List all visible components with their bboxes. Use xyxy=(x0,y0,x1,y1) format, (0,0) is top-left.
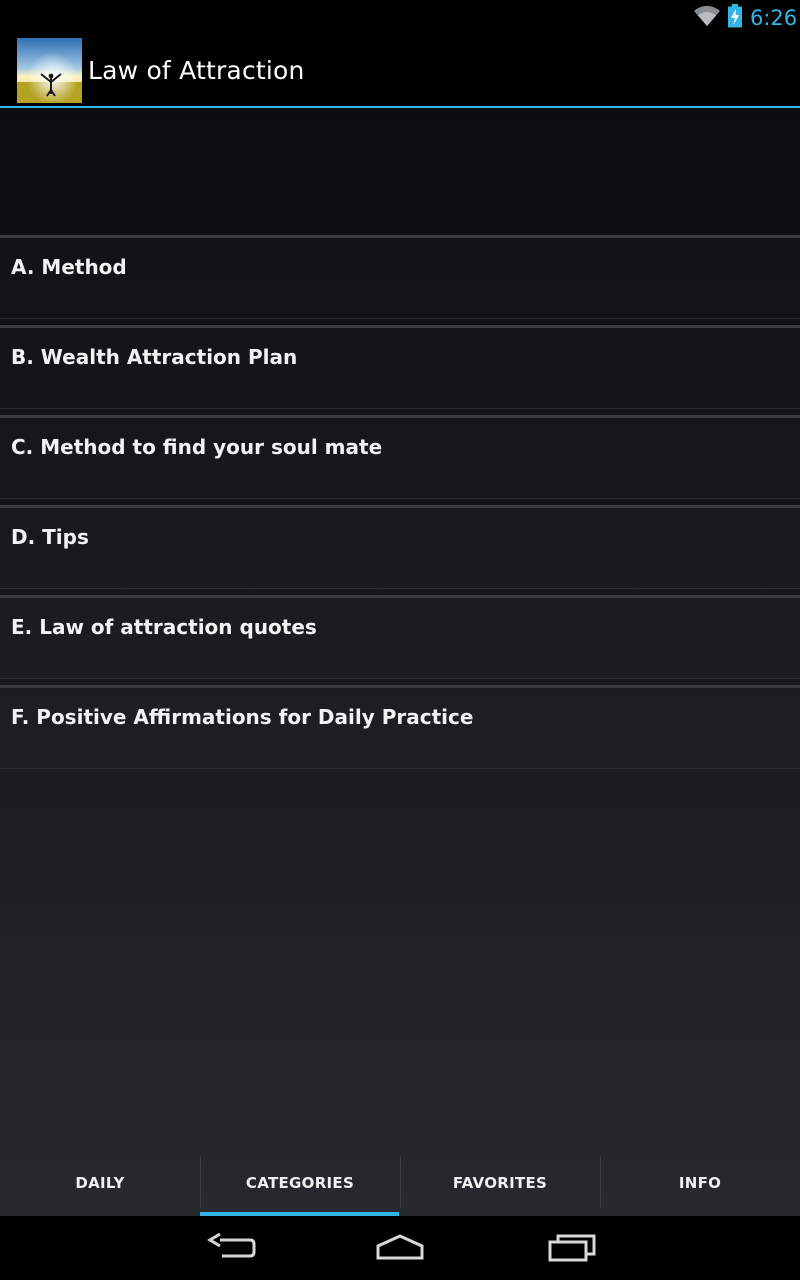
app-logo-icon[interactable] xyxy=(17,38,82,103)
recent-apps-icon[interactable] xyxy=(542,1230,602,1266)
category-label: F. Positive Affirmations for Daily Pract… xyxy=(11,705,474,729)
wifi-icon xyxy=(694,5,720,27)
header-area xyxy=(0,108,800,236)
app-screen: 6:26 Law of Attraction A. Method B. Weal… xyxy=(0,0,800,1280)
back-icon[interactable] xyxy=(200,1230,260,1266)
tab-label: DAILY xyxy=(75,1174,125,1192)
action-bar: Law of Attraction xyxy=(0,34,800,108)
category-label: C. Method to find your soul mate xyxy=(11,435,383,459)
tab-label: INFO xyxy=(678,1174,722,1192)
tab-info[interactable]: INFO xyxy=(600,1150,800,1216)
category-label: E. Law of attraction quotes xyxy=(11,615,317,639)
status-bar: 6:26 xyxy=(0,0,800,34)
category-item-affirmations[interactable]: F. Positive Affirmations for Daily Pract… xyxy=(0,685,800,769)
tab-label: CATEGORIES xyxy=(245,1174,355,1192)
app-title: Law of Attraction xyxy=(88,56,305,85)
tab-bar: DAILY CATEGORIES FAVORITES INFO xyxy=(0,1150,800,1216)
category-label: D. Tips xyxy=(11,525,89,549)
category-item-quotes[interactable]: E. Law of attraction quotes xyxy=(0,595,800,679)
category-label: A. Method xyxy=(11,255,127,279)
battery-charging-icon xyxy=(728,4,742,28)
tab-label: FAVORITES xyxy=(452,1174,548,1192)
category-item-wealth-attraction-plan[interactable]: B. Wealth Attraction Plan xyxy=(0,325,800,409)
category-item-soul-mate[interactable]: C. Method to find your soul mate xyxy=(0,415,800,499)
home-icon[interactable] xyxy=(370,1230,430,1266)
category-label: B. Wealth Attraction Plan xyxy=(11,345,298,369)
category-item-tips[interactable]: D. Tips xyxy=(0,505,800,589)
category-item-method[interactable]: A. Method xyxy=(0,235,800,319)
tab-daily[interactable]: DAILY xyxy=(0,1150,200,1216)
tab-categories[interactable]: CATEGORIES xyxy=(200,1150,400,1216)
tab-favorites[interactable]: FAVORITES xyxy=(400,1150,600,1216)
status-time: 6:26 xyxy=(750,6,798,30)
category-list: A. Method B. Wealth Attraction Plan C. M… xyxy=(0,235,800,775)
system-nav-bar xyxy=(0,1216,800,1280)
